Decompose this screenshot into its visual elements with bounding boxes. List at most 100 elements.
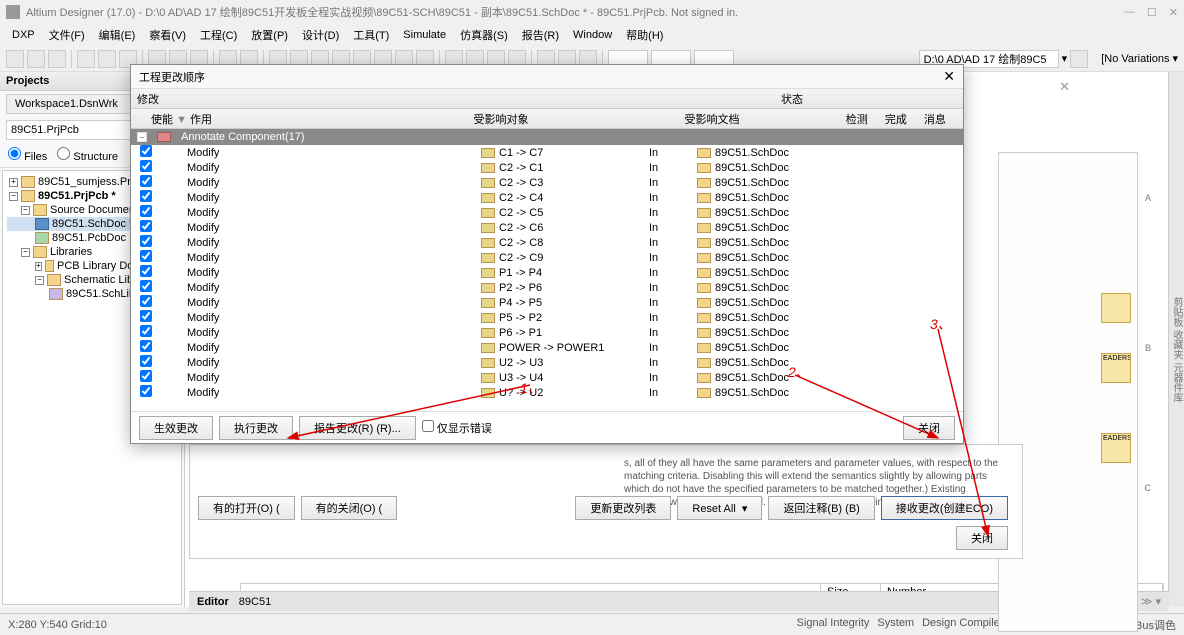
tb-open-icon[interactable] — [27, 50, 45, 68]
document-icon — [697, 298, 711, 308]
table-header: 修改 状态 — [131, 89, 963, 109]
change-row[interactable]: ModifyC1 -> C7In89C51.SchDoc — [131, 145, 963, 160]
row-enable-checkbox[interactable] — [140, 220, 152, 232]
col-object[interactable]: 受影响对象 — [473, 111, 637, 127]
execute-button[interactable]: 执行更改 — [219, 416, 293, 440]
menu-report[interactable]: 报告(R) — [516, 25, 565, 45]
row-enable-checkbox[interactable] — [140, 205, 152, 217]
change-row[interactable]: ModifyP1 -> P4In89C51.SchDoc — [131, 265, 963, 280]
tb-config-icon[interactable] — [1070, 50, 1088, 68]
tb-zoom-icon[interactable] — [98, 50, 116, 68]
row-document: 89C51.SchDoc — [697, 252, 897, 264]
menu-file[interactable]: 文件(F) — [43, 25, 91, 45]
tab-scroll-icon[interactable]: ≫ ▾ — [1141, 595, 1161, 608]
tb-print-icon[interactable] — [77, 50, 95, 68]
change-row[interactable]: ModifyP6 -> P1In89C51.SchDoc — [131, 325, 963, 340]
row-enable-checkbox[interactable] — [140, 295, 152, 307]
accept-changes-button[interactable]: 接收更改(创建ECO) — [881, 496, 1008, 520]
menu-tools[interactable]: 工具(T) — [347, 25, 395, 45]
status-tab-compiler[interactable]: Design Compiler — [922, 617, 1003, 633]
tb-save-icon[interactable] — [48, 50, 66, 68]
report-button[interactable]: 报告更改(R) (R)... — [299, 416, 416, 440]
component-headers1[interactable]: EADERS — [1101, 353, 1131, 383]
row-action: Modify — [161, 357, 331, 369]
change-row[interactable]: ModifyP4 -> P5In89C51.SchDoc — [131, 295, 963, 310]
row-enable-checkbox[interactable] — [140, 175, 152, 187]
dialog-close-icon[interactable]: ✕ — [943, 68, 955, 85]
row-enable-checkbox[interactable] — [140, 145, 152, 157]
col-action[interactable]: 作用 — [190, 114, 212, 126]
change-row[interactable]: ModifyU? -> U2In89C51.SchDoc — [131, 385, 963, 400]
back-annotate-button[interactable]: 返回注释(B) (B) — [768, 496, 874, 520]
row-enable-checkbox[interactable] — [140, 355, 152, 367]
col-check[interactable]: 检测 — [846, 111, 885, 127]
col-document[interactable]: 受影响文档 — [685, 111, 846, 127]
row-enable-checkbox[interactable] — [140, 235, 152, 247]
radio-files[interactable]: Files — [8, 147, 47, 163]
change-row[interactable]: ModifyC2 -> C6In89C51.SchDoc — [131, 220, 963, 235]
collapse-icon[interactable]: − — [137, 132, 147, 142]
change-row[interactable]: ModifyC2 -> C5In89C51.SchDoc — [131, 205, 963, 220]
component-headers2[interactable]: EADERS — [1101, 433, 1131, 463]
right-tab-strip[interactable]: 剪贴板 收藏夹 元器件库 — [1168, 72, 1184, 607]
reset-all-button[interactable]: Reset All ▾ — [677, 496, 762, 520]
menu-help[interactable]: 帮助(H) — [620, 25, 669, 45]
change-row[interactable]: ModifyPOWER -> POWER1In89C51.SchDoc — [131, 340, 963, 355]
row-enable-checkbox[interactable] — [140, 280, 152, 292]
row-enable-checkbox[interactable] — [140, 250, 152, 262]
group-row[interactable]: − Annotate Component(17) — [131, 129, 963, 145]
designator-icon — [481, 313, 495, 323]
menu-simulate[interactable]: Simulate — [397, 27, 452, 43]
designator-icon — [481, 238, 495, 248]
change-row[interactable]: ModifyC2 -> C3In89C51.SchDoc — [131, 175, 963, 190]
row-in: In — [649, 267, 697, 279]
menu-view[interactable]: 察看(V) — [143, 25, 192, 45]
validate-button[interactable]: 生效更改 — [139, 416, 213, 440]
row-enable-checkbox[interactable] — [140, 265, 152, 277]
panel-close-button[interactable]: 关闭 — [956, 526, 1008, 550]
menu-simulator[interactable]: 仿真器(S) — [454, 25, 514, 45]
designator-icon — [481, 283, 495, 293]
menu-dxp[interactable]: DXP — [6, 27, 41, 43]
all-close-button[interactable]: 有的关闭(O) ( — [301, 496, 398, 520]
menu-project[interactable]: 工程(C) — [194, 25, 243, 45]
col-message[interactable]: 消息 — [924, 111, 963, 127]
row-enable-checkbox[interactable] — [140, 160, 152, 172]
row-enable-checkbox[interactable] — [140, 370, 152, 382]
maximize-button[interactable]: ☐ — [1147, 6, 1157, 19]
change-row[interactable]: ModifyC2 -> C4In89C51.SchDoc — [131, 190, 963, 205]
update-list-button[interactable]: 更新更改列表 — [575, 496, 671, 520]
change-row[interactable]: ModifyU3 -> U4In89C51.SchDoc — [131, 370, 963, 385]
menu-edit[interactable]: 编辑(E) — [93, 25, 142, 45]
variations-dropdown[interactable]: [No Variations — [1101, 53, 1169, 65]
col-enable[interactable]: 使能 — [151, 114, 173, 126]
row-enable-checkbox[interactable] — [140, 190, 152, 202]
row-enable-checkbox[interactable] — [140, 340, 152, 352]
radio-structure[interactable]: Structure — [57, 147, 118, 163]
dialog-close-button[interactable]: 关闭 — [903, 416, 955, 440]
close-window-button[interactable]: ✕ — [1169, 6, 1178, 19]
row-enable-checkbox[interactable] — [140, 310, 152, 322]
change-row[interactable]: ModifyU2 -> U3In89C51.SchDoc — [131, 355, 963, 370]
all-open-button[interactable]: 有的打开(O) ( — [198, 496, 295, 520]
status-tab-system[interactable]: System — [877, 617, 914, 633]
change-row[interactable]: ModifyC2 -> C9In89C51.SchDoc — [131, 250, 963, 265]
menu-place[interactable]: 放置(P) — [245, 25, 294, 45]
change-row[interactable]: ModifyP2 -> P6In89C51.SchDoc — [131, 280, 963, 295]
change-row[interactable]: ModifyC2 -> C1In89C51.SchDoc — [131, 160, 963, 175]
row-enable-checkbox[interactable] — [140, 385, 152, 397]
status-tab-signal[interactable]: Signal Integrity — [797, 617, 870, 633]
tb-new-icon[interactable] — [6, 50, 24, 68]
col-done[interactable]: 完成 — [885, 111, 924, 127]
errors-only-checkbox[interactable]: 仅显示错误 — [422, 420, 492, 436]
menu-window[interactable]: Window — [567, 27, 618, 43]
annotation-close-icon[interactable]: ✕ — [1059, 79, 1070, 95]
row-enable-checkbox[interactable] — [140, 325, 152, 337]
border-label-b: B — [1145, 343, 1151, 353]
minimize-button[interactable]: — — [1124, 6, 1135, 19]
change-row[interactable]: ModifyC2 -> C8In89C51.SchDoc — [131, 235, 963, 250]
component-block[interactable] — [1101, 293, 1131, 323]
change-row[interactable]: ModifyP5 -> P2In89C51.SchDoc — [131, 310, 963, 325]
editor-doc-tab[interactable]: 89C51 — [239, 596, 271, 608]
menu-design[interactable]: 设计(D) — [296, 25, 345, 45]
